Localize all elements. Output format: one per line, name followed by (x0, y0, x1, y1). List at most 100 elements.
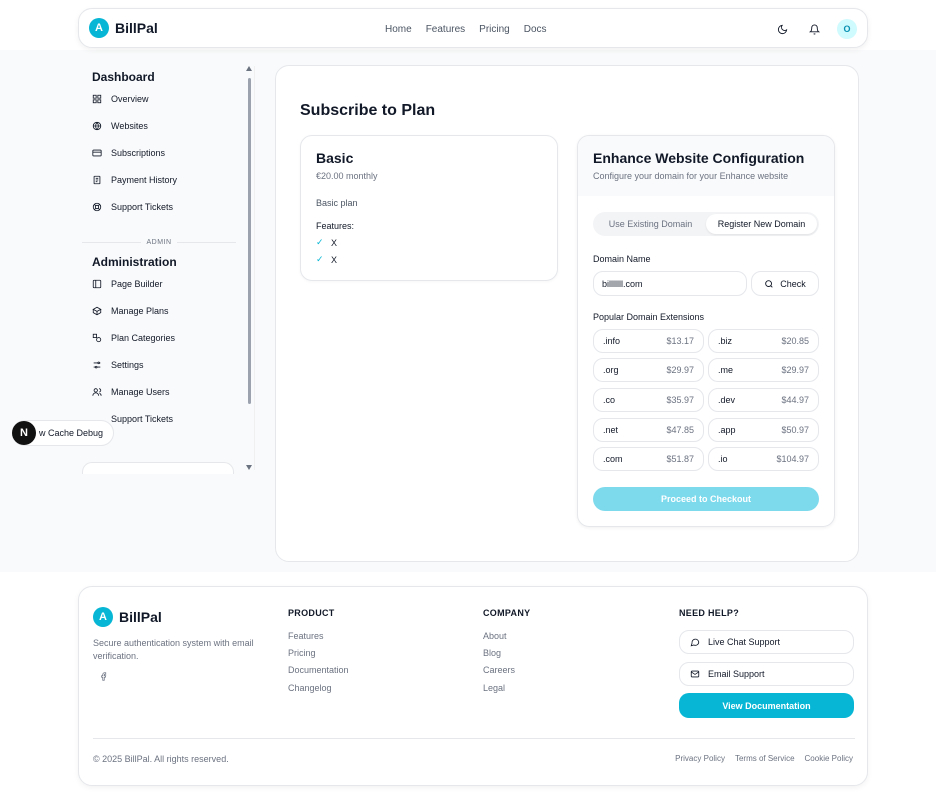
facebook-icon[interactable] (99, 671, 108, 685)
domain-name-label: Domain Name (593, 254, 651, 264)
legal-links: Privacy Policy Terms of Service Cookie P… (675, 754, 853, 763)
sidebar-item-label: Support Tickets (111, 202, 174, 213)
extension-option[interactable]: .net $47.85 (593, 418, 704, 442)
brand-name[interactable]: BillPal (115, 20, 158, 36)
extension-price: $35.97 (666, 395, 694, 405)
footer-link-careers[interactable]: Careers (483, 665, 515, 675)
sidebar-item-subscriptions[interactable]: Subscriptions (78, 139, 256, 166)
card-icon (91, 147, 103, 159)
sidebar-item-support-tickets[interactable]: Support Tickets (78, 194, 256, 221)
sidebar-item-manage-users[interactable]: Manage Users (78, 379, 256, 406)
extension-option[interactable]: .co $35.97 (593, 388, 704, 412)
help-heading: NEED HELP? (679, 608, 740, 618)
layout-icon (91, 278, 103, 290)
scroll-up-arrow[interactable] (246, 66, 252, 71)
footer-link-changelog[interactable]: Changelog (288, 683, 332, 693)
bell-icon[interactable] (805, 20, 823, 38)
domain-name-input[interactable]: billlllll.com (593, 271, 747, 296)
live-chat-label: Live Chat Support (708, 637, 781, 647)
logo-icon[interactable]: A (89, 18, 109, 38)
extension-option[interactable]: .info $13.17 (593, 329, 704, 353)
cookie-policy-link[interactable]: Cookie Policy (805, 754, 853, 763)
sidebar-item-manage-plans[interactable]: Manage Plans (78, 297, 256, 324)
footer-link-pricing[interactable]: Pricing (288, 648, 316, 658)
domain-mode-tabs: Use Existing Domain Register New Domain (593, 212, 819, 236)
extension-option[interactable]: .com $51.87 (593, 447, 704, 471)
footer-link-documentation[interactable]: Documentation (288, 665, 349, 675)
nav-pricing[interactable]: Pricing (479, 24, 510, 35)
extension-price: $104.97 (776, 454, 809, 464)
sidebar-item-websites[interactable]: Websites (78, 112, 256, 139)
terms-of-service-link[interactable]: Terms of Service (735, 754, 795, 763)
extension-price: $29.97 (781, 365, 809, 375)
sidebar-item-page-builder[interactable]: Page Builder (78, 270, 256, 297)
extension-price: $44.97 (781, 395, 809, 405)
extension-price: $13.17 (666, 336, 694, 346)
live-chat-button[interactable]: Live Chat Support (679, 630, 854, 654)
extension-name: .com (603, 454, 623, 464)
sidebar-item-payment-history[interactable]: Payment History (78, 167, 256, 194)
footer-link-about[interactable]: About (483, 631, 507, 641)
nav-features[interactable]: Features (426, 24, 465, 35)
extension-option[interactable]: .biz $20.85 (708, 329, 819, 353)
admin-divider: ADMIN (82, 232, 236, 253)
extension-option[interactable]: .dev $44.97 (708, 388, 819, 412)
sidebar-item-overview[interactable]: Overview (78, 85, 256, 112)
main-panel: Subscribe to Plan Basic €20.00 monthly B… (275, 65, 859, 562)
extension-option[interactable]: .org $29.97 (593, 358, 704, 382)
top-navbar: A BillPal Home Features Pricing Docs O (78, 8, 868, 48)
sidebar-border (254, 66, 255, 470)
feature-text: X (331, 237, 338, 248)
nav-docs[interactable]: Docs (524, 24, 547, 35)
product-heading: PRODUCT (288, 608, 335, 618)
email-support-button[interactable]: Email Support (679, 662, 854, 686)
check-button[interactable]: Check (751, 271, 819, 296)
sidebar-item-label: Payment History (111, 175, 178, 186)
search-icon (765, 279, 773, 288)
grid-icon (91, 93, 103, 105)
sidebar-item-label: Plan Categories (111, 332, 176, 343)
moon-icon[interactable] (773, 20, 791, 38)
sidebar-item-plan-categories[interactable]: Plan Categories (78, 324, 256, 351)
features-title: Features: (316, 221, 355, 231)
footer: A BillPal Secure authentication system w… (78, 586, 868, 786)
extension-price: $20.85 (781, 336, 809, 346)
extension-name: .me (718, 365, 734, 375)
sidebar-scrollbar[interactable] (245, 66, 254, 470)
proceed-to-checkout-button[interactable]: Proceed to Checkout (593, 487, 819, 511)
user-avatar[interactable]: O (837, 19, 857, 39)
footer-link-blog[interactable]: Blog (483, 648, 501, 658)
plan-price: €20.00 monthly (316, 171, 378, 181)
sidebar-item-label: Settings (111, 360, 144, 371)
footer-link-features[interactable]: Features (288, 631, 324, 641)
privacy-policy-link[interactable]: Privacy Policy (675, 754, 725, 763)
view-documentation-button[interactable]: View Documentation (679, 693, 854, 718)
extension-name: .co (603, 395, 616, 405)
page-title: Subscribe to Plan (300, 102, 436, 119)
scroll-down-arrow[interactable] (246, 465, 252, 470)
copyright: © 2025 BillPal. All rights reserved. (93, 754, 229, 764)
sidebar-user-card (82, 462, 234, 474)
scroll-thumb[interactable] (248, 78, 251, 404)
extension-option[interactable]: .app $50.97 (708, 418, 819, 442)
extension-option[interactable]: .me $29.97 (708, 358, 819, 382)
footer-tagline: Secure authentication system with email … (93, 638, 254, 661)
sidebar-item-label: Websites (111, 120, 148, 131)
sidebar-item-label: Manage Users (111, 387, 170, 398)
main-nav: Home Features Pricing Docs (385, 9, 547, 49)
extension-name: .info (603, 336, 621, 346)
tab-register-new-domain[interactable]: Register New Domain (706, 214, 817, 234)
nav-home[interactable]: Home (385, 24, 412, 35)
footer-logo[interactable]: A BillPal (93, 607, 162, 627)
next-logo-icon[interactable]: N (12, 421, 36, 445)
plan-card: Basic €20.00 monthly Basic plan Features… (300, 135, 558, 281)
extension-option[interactable]: .io $104.97 (708, 447, 819, 471)
footer-link-legal[interactable]: Legal (483, 683, 505, 693)
sidebar-item-settings[interactable]: Settings (78, 352, 256, 379)
sidebar-item-label: Page Builder (111, 278, 163, 289)
tab-use-existing-domain[interactable]: Use Existing Domain (595, 214, 706, 234)
cache-debug-label: w Cache Debug (39, 428, 104, 438)
config-title: Enhance Website Configuration (593, 150, 805, 166)
sidebar-item-label: Overview (111, 93, 149, 104)
sidebar-dashboard-title: Dashboard (92, 70, 155, 84)
